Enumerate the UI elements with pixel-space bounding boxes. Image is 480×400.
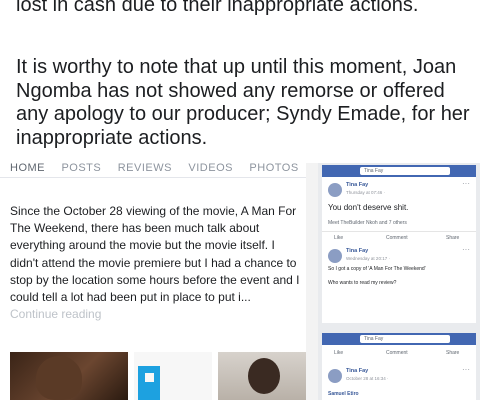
more-options-icon[interactable]: ··· [462, 179, 470, 188]
facebook-header-bar: Tina Fay [322, 165, 476, 177]
head-shape [248, 358, 280, 394]
avatar[interactable] [328, 249, 342, 263]
avatar[interactable] [328, 183, 342, 197]
more-options-icon[interactable]: ··· [462, 365, 470, 374]
author-name[interactable]: Tina Fay [346, 368, 368, 374]
comment-card-1: Tina Fay Tina Fay Thursday at 07:46 · ··… [322, 165, 476, 323]
post-text: Who wants to read my review? [328, 280, 397, 286]
search-input[interactable]: Tina Fay [360, 167, 450, 175]
author-name[interactable]: Tina Fay [346, 248, 368, 254]
post-text: So I got a copy of 'A Man For The Weeken… [328, 266, 426, 272]
more-options-icon[interactable]: ··· [462, 245, 470, 254]
facebook-header-bar: Tina Fay [322, 333, 476, 345]
photo-thumbnail-woman[interactable] [218, 352, 306, 400]
comment-text: You don't deserve shit. [328, 203, 409, 212]
comment-button[interactable]: Comment [386, 235, 408, 241]
photo-thumbnail-man[interactable] [10, 352, 128, 400]
commenter-name[interactable]: Samuel Etiro [328, 391, 359, 397]
post-date: October 28 at 16:34 · [346, 376, 389, 381]
search-input[interactable]: Tina Fay [360, 335, 450, 343]
like-button[interactable]: Like [334, 235, 343, 241]
avatar[interactable] [328, 369, 342, 383]
post-paragraph: It is worthy to note that up until this … [16, 56, 470, 149]
like-button[interactable]: Like [334, 350, 343, 356]
continue-reading-link[interactable]: Continue reading [10, 307, 101, 321]
tab-reviews[interactable]: REVIEWS [118, 163, 172, 174]
tab-videos[interactable]: VIDEOS [188, 163, 233, 174]
comment-card-2: Tina Fay Like Comment Share Tina Fay Oct… [322, 333, 476, 400]
tab-home[interactable]: HOME [10, 163, 45, 174]
post-date: Thursday at 07:46 · [346, 190, 386, 195]
post-date: Wednesday at 20:17 · [346, 256, 390, 261]
tab-posts[interactable]: POSTS [61, 163, 101, 174]
comment-button[interactable]: Comment [386, 350, 408, 356]
tab-photos[interactable]: PHOTOS [249, 163, 298, 174]
photo-thumbnail-logo[interactable] [134, 352, 212, 400]
action-bar: Like Comment Share [322, 231, 476, 244]
review-body: Since the October 28 viewing of the movi… [10, 204, 300, 305]
face-shape [36, 356, 82, 400]
review-text: Since the October 28 viewing of the movi… [10, 203, 302, 323]
page-tabs: HOME POSTS REVIEWS VIDEOS PHOTOS [0, 163, 306, 178]
author-name[interactable]: Tina Fay [346, 182, 368, 188]
share-button[interactable]: Share [446, 350, 459, 356]
p-logo-icon [138, 366, 160, 400]
reactions-summary[interactable]: Meet TheBuilder Nkoh and 7 others [328, 220, 407, 226]
share-button[interactable]: Share [446, 235, 459, 241]
post-line-top: lost in cash due to their inappropriate … [16, 0, 419, 16]
action-bar: Like Comment Share [322, 347, 476, 359]
